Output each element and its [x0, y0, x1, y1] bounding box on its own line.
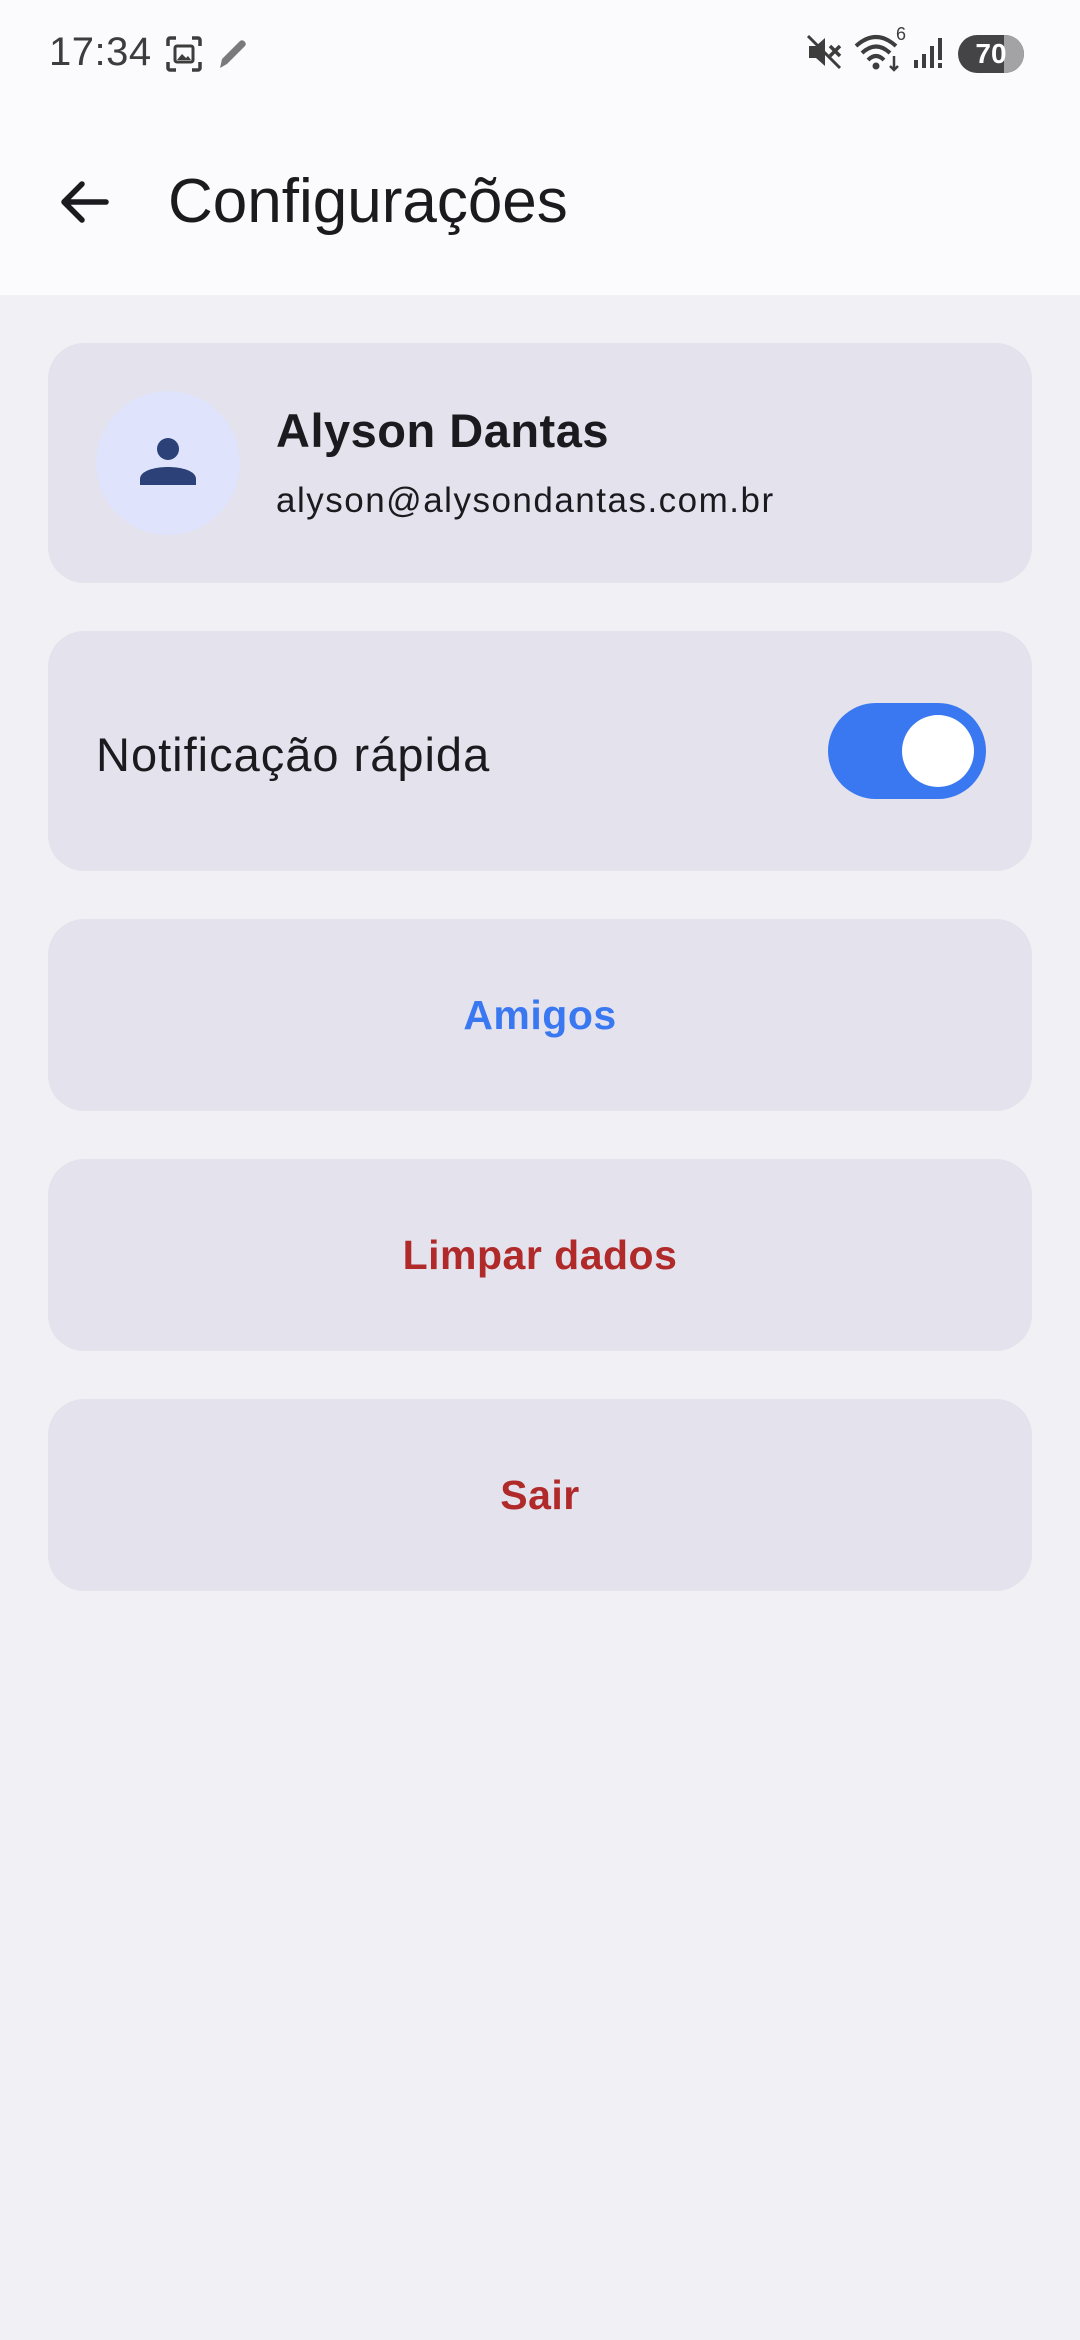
- screenshot-icon: [164, 34, 204, 79]
- status-bar: 17:34 6 70: [0, 0, 1080, 110]
- quick-notification-toggle[interactable]: [828, 703, 986, 799]
- clear-data-button[interactable]: Limpar dados: [48, 1159, 1032, 1351]
- profile-name: Alyson Dantas: [276, 404, 609, 457]
- battery-level: 70: [975, 38, 1007, 69]
- clear-data-label: Limpar dados: [402, 1231, 678, 1278]
- status-time: 17:34: [49, 30, 152, 74]
- back-button[interactable]: [40, 160, 128, 248]
- avatar: [96, 391, 240, 535]
- app-bar: Configurações: [0, 110, 1080, 295]
- profile-email: alyson@alysondantas.com.br: [276, 481, 775, 520]
- quick-notification-card: Notificação rápida: [48, 631, 1032, 871]
- mute-icon: [804, 32, 844, 77]
- logout-label: Sair: [500, 1471, 580, 1518]
- profile-card[interactable]: Alyson Dantas alyson@alysondantas.com.br: [48, 343, 1032, 583]
- page-title: Configurações: [168, 167, 568, 236]
- arrow-back-icon: [56, 174, 112, 235]
- signal-icon: [912, 32, 948, 77]
- wifi-badge: 6: [895, 23, 906, 44]
- quick-notification-label: Notificação rápida: [96, 728, 491, 781]
- status-icons: 6 70: [804, 24, 1024, 77]
- battery-icon: 70: [958, 35, 1024, 73]
- friends-button[interactable]: Amigos: [48, 919, 1032, 1111]
- wifi-icon: 6: [854, 24, 906, 77]
- pen-icon: [212, 34, 252, 79]
- logout-button[interactable]: Sair: [48, 1399, 1032, 1591]
- person-icon: [136, 429, 200, 498]
- toggle-knob: [902, 715, 974, 787]
- friends-label: Amigos: [463, 991, 617, 1038]
